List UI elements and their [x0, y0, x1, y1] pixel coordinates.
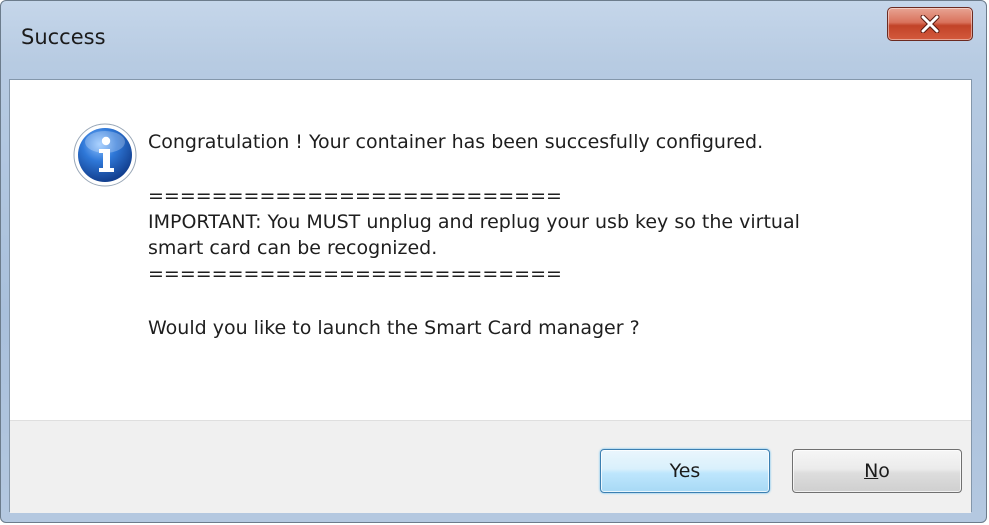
message-line-important: IMPORTANT: You MUST unplug and replug yo… — [148, 211, 800, 233]
info-icon — [73, 123, 137, 187]
button-bar: Yes No — [10, 420, 971, 513]
dialog-client-area: Congratulation ! Your container has been… — [9, 79, 972, 513]
message-separator-bottom: ========================== — [148, 263, 562, 285]
close-icon — [920, 15, 940, 33]
message-area: Congratulation ! Your container has been… — [10, 80, 971, 420]
close-button[interactable] — [887, 7, 973, 41]
window-title: Success — [21, 25, 106, 49]
yes-button[interactable]: Yes — [600, 449, 770, 493]
yes-button-label: Yes — [669, 460, 701, 482]
no-button-mnemonic: N — [864, 460, 879, 482]
no-button-label: No — [864, 460, 890, 482]
no-button[interactable]: No — [792, 449, 962, 493]
no-button-label-rest: o — [878, 460, 890, 482]
message-line-important-cont: smart card can be recognized. — [148, 237, 438, 259]
message-line-question: Would you like to launch the Smart Card … — [148, 317, 640, 339]
title-bar[interactable]: Success — [1, 1, 986, 79]
dialog-window: Success Congratulation ! Your container … — [0, 0, 987, 523]
message-line-congrats: Congratulation ! Your container has been… — [148, 131, 764, 153]
message-separator-top: ========================== — [148, 185, 562, 207]
